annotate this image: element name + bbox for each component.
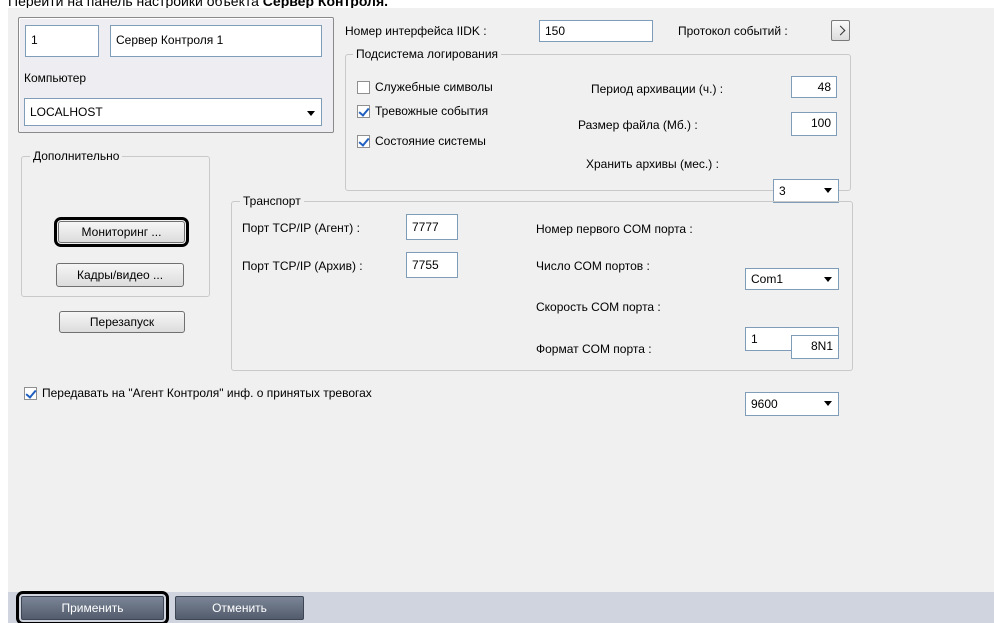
file-size-input[interactable]: 100: [791, 112, 837, 136]
system-state-checkbox[interactable]: Состояние системы: [357, 134, 486, 148]
tcp-archive-input[interactable]: 7755: [406, 252, 458, 278]
checkbox-unchecked-icon: [357, 80, 370, 94]
chevron-right-icon: [835, 25, 846, 36]
com-format-label: Формат COM порта :: [536, 342, 652, 356]
archive-period-input[interactable]: 48: [791, 76, 837, 98]
com-speed-select[interactable]: 9600: [745, 392, 839, 416]
first-com-value: Com1: [751, 272, 784, 286]
logging-group-label: Подсистема логирования: [353, 47, 502, 61]
com-count-value: 1: [751, 332, 758, 346]
first-com-select[interactable]: Com1: [745, 268, 839, 290]
checkbox-checked-icon: [357, 104, 370, 118]
computer-select[interactable]: LOCALHOST: [24, 98, 322, 126]
computer-label: Компьютер: [24, 71, 87, 85]
cancel-button[interactable]: Отменить: [175, 596, 304, 620]
com-format-input[interactable]: 8N1: [791, 335, 839, 359]
frames-video-button[interactable]: Кадры/видео ...: [56, 263, 184, 287]
chevron-down-icon: [824, 277, 832, 282]
forward-alarms-checkbox[interactable]: Передавать на "Агент Контроля" инф. о пр…: [24, 386, 372, 400]
first-com-label: Номер первого COM порта :: [536, 222, 693, 236]
monitoring-button[interactable]: Мониторинг ...: [54, 217, 189, 247]
iidk-label: Номер интерфейса IIDK :: [345, 24, 487, 38]
chevron-down-icon: [307, 111, 315, 116]
transport-group-label: Транспорт: [240, 194, 304, 208]
file-size-label: Размер файла (Мб.) :: [578, 118, 698, 132]
com-count-label: Число COM портов :: [536, 259, 650, 273]
com-speed-label: Скорость COM порта :: [536, 300, 661, 314]
tcp-agent-input[interactable]: 7777: [406, 214, 458, 240]
service-symbols-checkbox[interactable]: Служебные символы: [357, 80, 493, 94]
protocol-label: Протокол событий :: [678, 24, 788, 38]
protocol-button[interactable]: [831, 20, 850, 41]
keep-archives-label: Хранить архивы (мес.) :: [586, 157, 719, 171]
archive-period-label: Период архивации (ч.) :: [591, 82, 724, 96]
restart-button[interactable]: Перезапуск: [59, 311, 185, 333]
checkbox-checked-icon: [357, 134, 370, 148]
server-name-field[interactable]: Сервер Контроля 1: [110, 25, 322, 57]
alarm-events-checkbox[interactable]: Тревожные события: [357, 104, 488, 118]
apply-button[interactable]: Применить: [16, 591, 169, 623]
tcp-agent-label: Порт TCP/IP (Агент) :: [242, 221, 360, 235]
extra-group-label: Дополнительно: [30, 149, 123, 163]
forward-alarms-label: Передавать на "Агент Контроля" инф. о пр…: [42, 386, 372, 400]
iidk-input[interactable]: 150: [539, 20, 653, 42]
system-state-label: Состояние системы: [375, 134, 486, 148]
server-id-field[interactable]: 1: [25, 25, 99, 57]
keep-archives-select[interactable]: 3: [773, 179, 839, 203]
checkbox-checked-icon: [24, 386, 37, 400]
page-caption: Перейти на панель настройки объекта Серв…: [8, 0, 388, 8]
com-speed-value: 9600: [751, 397, 778, 411]
tcp-archive-label: Порт TCP/IP (Архив) :: [242, 259, 363, 273]
computer-value: LOCALHOST: [30, 105, 103, 119]
service-symbols-label: Служебные символы: [375, 80, 493, 94]
chevron-down-icon: [824, 188, 832, 193]
alarm-events-label: Тревожные события: [375, 104, 489, 118]
chevron-down-icon: [824, 401, 832, 406]
keep-archives-value: 3: [779, 184, 786, 198]
